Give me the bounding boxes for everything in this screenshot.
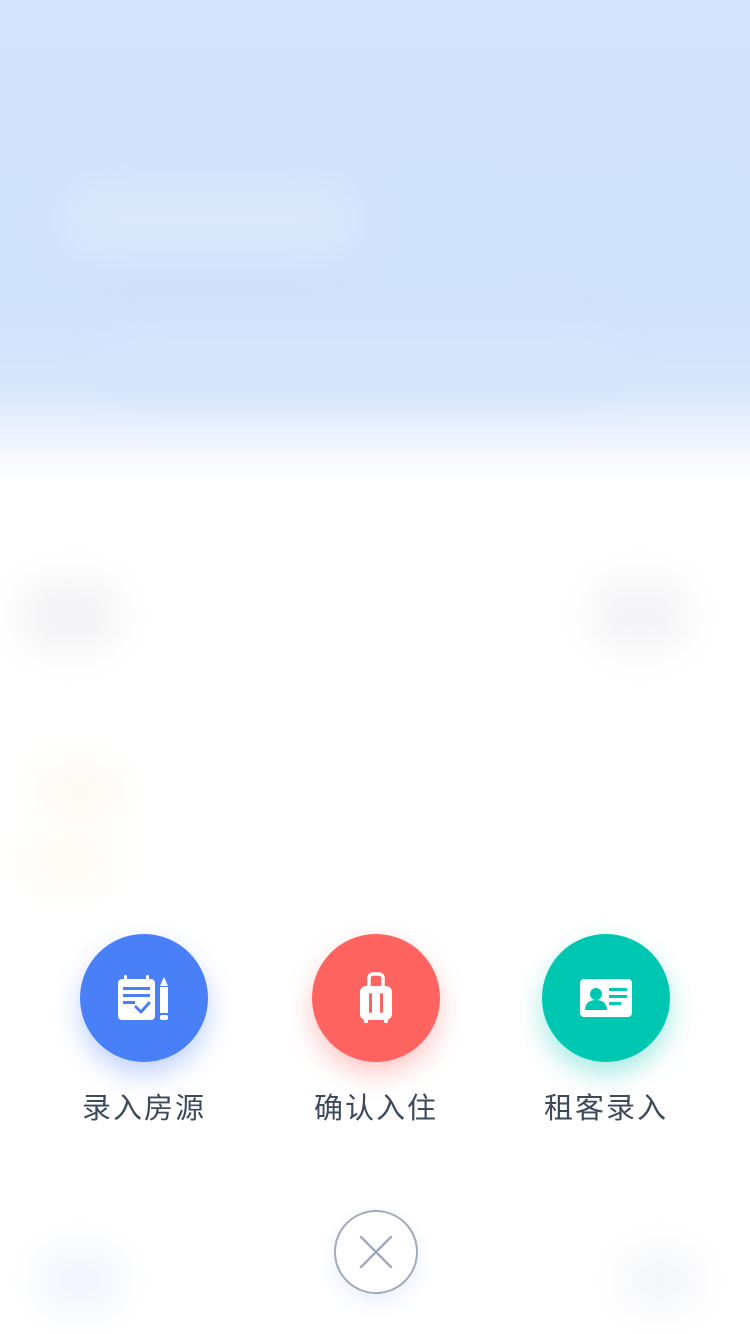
tenant-entry-label: 租客录入 — [543, 1091, 668, 1125]
blurred-shape — [30, 840, 110, 880]
blurred-shape — [100, 330, 620, 390]
close-icon — [359, 1235, 393, 1269]
confirm-checkin-action[interactable]: 确认入住 — [291, 934, 461, 1134]
add-listing-label: 录入房源 — [81, 1091, 206, 1125]
confirm-checkin-button[interactable] — [312, 934, 440, 1062]
id-card-icon — [580, 979, 632, 1017]
tenant-entry-action[interactable]: 租客录入 — [521, 934, 691, 1134]
add-listing-button[interactable] — [80, 934, 208, 1062]
tenant-entry-button[interactable] — [542, 934, 670, 1062]
luggage-icon — [360, 972, 392, 1023]
blurred-shape — [40, 770, 120, 810]
blurred-shape — [20, 580, 120, 650]
blurred-shape — [40, 1250, 120, 1310]
confirm-checkin-label: 确认入住 — [313, 1091, 438, 1125]
blurred-shape — [60, 180, 360, 260]
blurred-shape — [590, 580, 690, 650]
blurred-shape — [620, 1250, 700, 1310]
notepad-pencil-icon — [118, 975, 168, 1020]
add-listing-action[interactable]: 录入房源 — [59, 934, 229, 1134]
close-button[interactable] — [334, 1210, 418, 1294]
